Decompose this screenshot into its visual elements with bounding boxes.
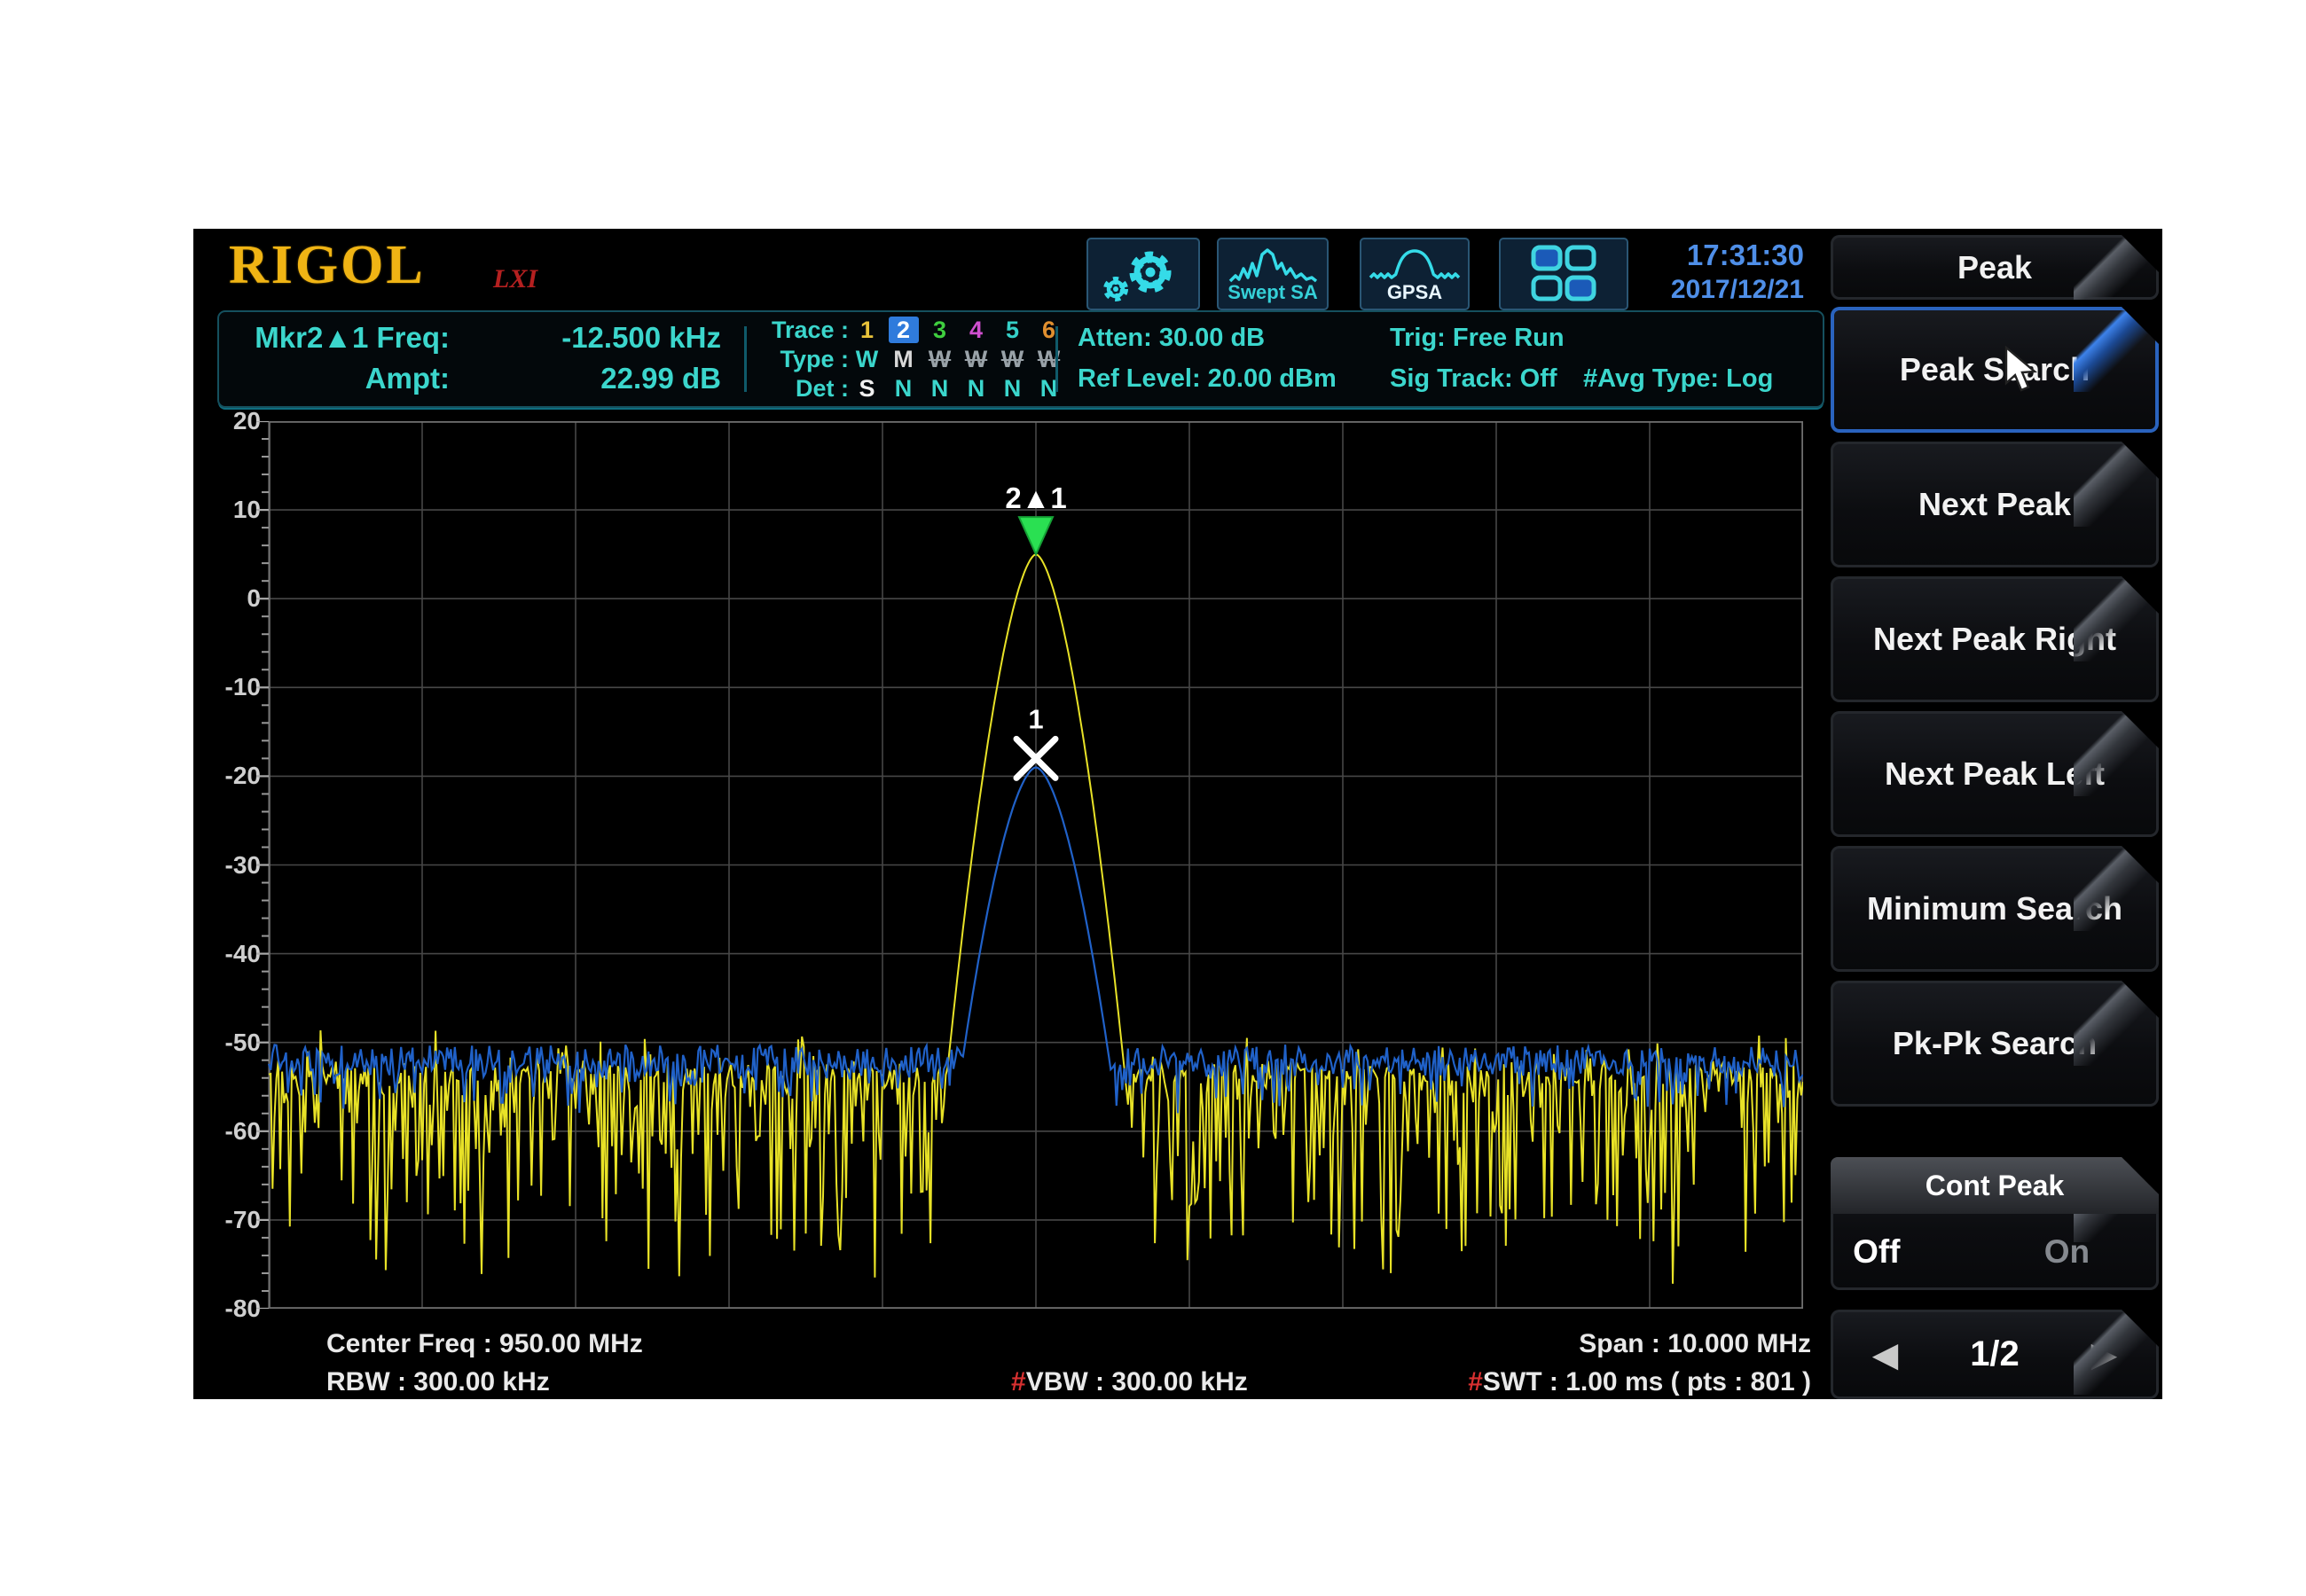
swept-sa-mode-button[interactable]: Swept SA — [1217, 238, 1329, 310]
y-axis-tick-label: -10 — [208, 675, 261, 700]
softkey-next-peak-right[interactable]: Next Peak Right — [1831, 576, 2159, 702]
trace-number-row: Trace :123456 — [760, 316, 1067, 344]
page-indicator: 1/2 — [1970, 1334, 2020, 1374]
divider — [1055, 326, 1058, 392]
y-axis-tick-label: -50 — [208, 1030, 261, 1055]
swept-sa-icon — [1227, 246, 1319, 285]
trace-type: W — [1031, 345, 1067, 373]
trace-type: W — [922, 345, 958, 373]
softkey-peak-search[interactable]: Peak Search — [1831, 307, 2159, 433]
gear-icon — [1095, 242, 1191, 306]
softkey-menu: Peak Peak Search Next Peak Next Peak Rig… — [1829, 229, 2162, 1399]
trace-detector-row: Det :SNNNNN — [760, 374, 1067, 403]
clock: 17:31:30 2017/12/21 — [1630, 238, 1804, 307]
trace-detector: S — [849, 374, 885, 403]
cont-peak-title: Cont Peak — [1831, 1157, 2159, 1214]
trace-type: W — [958, 345, 994, 373]
mouse-cursor — [2003, 346, 2049, 397]
window-layout-button[interactable] — [1499, 238, 1628, 310]
cont-peak-off-option[interactable]: Off — [1853, 1233, 1900, 1271]
marker-2-triangle — [1019, 517, 1053, 554]
system-settings-button[interactable] — [1086, 238, 1200, 310]
marker-freq-value: -12.500 kHz — [455, 319, 721, 356]
page-next-arrow[interactable]: ▶ — [2091, 1336, 2116, 1373]
menu-pagination: ◀ 1/2 ▶ — [1831, 1310, 2159, 1399]
cont-peak-on-option[interactable]: On — [2044, 1233, 2090, 1271]
trace-number[interactable]: 6 — [1031, 316, 1067, 344]
marker-freq-label: Mkr2▲1 Freq: — [228, 319, 450, 356]
marker-ampt-value: 22.99 dB — [455, 360, 721, 397]
trace-detector: N — [994, 374, 1031, 403]
sig-track-readout: Sig Track: Off — [1390, 360, 1557, 397]
y-axis-tick-label: -70 — [208, 1208, 261, 1232]
trace-number[interactable]: 3 — [922, 316, 958, 344]
trace-type: M — [885, 345, 922, 373]
marker-2-label: 2▲1 — [1005, 481, 1066, 514]
marker-ampt-label: Ampt: — [228, 360, 450, 397]
y-axis-tick-label: 10 — [208, 497, 261, 522]
trace-number[interactable]: 2 — [885, 316, 922, 344]
center-freq-readout: Center Freq : 950.00 MHz — [326, 1328, 643, 1360]
rigol-logo: RIGOL — [229, 234, 426, 297]
trace-number[interactable]: 5 — [994, 316, 1031, 344]
y-axis-tick-label: 20 — [208, 409, 261, 434]
y-axis-tick-label: 0 — [208, 586, 261, 611]
time-readout: 17:31:30 — [1630, 238, 1804, 273]
trace-detector: N — [922, 374, 958, 403]
swept-sa-label: Swept SA — [1228, 283, 1317, 302]
date-readout: 2017/12/21 — [1630, 273, 1804, 307]
cont-peak-toggle: Off On — [1831, 1214, 2159, 1290]
swt-coupled-flag: # — [1468, 1367, 1483, 1396]
y-axis-tick-label: -40 — [208, 942, 261, 966]
rbw-readout: RBW : 300.00 kHz — [326, 1366, 550, 1398]
trig-readout: Trig: Free Run — [1390, 319, 1565, 356]
trace-type: W — [849, 345, 885, 373]
trace-type: W — [994, 345, 1031, 373]
gpsa-icon — [1369, 246, 1461, 285]
trace-number[interactable]: 4 — [958, 316, 994, 344]
analyzer-screen: RIGOL LXI — [193, 229, 2162, 1399]
y-axis-tick-label: -60 — [208, 1119, 261, 1144]
atten-readout: Atten: 30.00 dB — [1078, 319, 1265, 356]
gpsa-mode-button[interactable]: GPSA — [1360, 238, 1470, 310]
y-axis-tick-label: -30 — [208, 853, 261, 878]
marker-1-label: 1 — [1028, 703, 1043, 734]
ref-level-readout: Ref Level: 20.00 dBm — [1078, 360, 1337, 397]
lxi-badge: LXI — [493, 264, 537, 294]
y-axis-tick-label: -20 — [208, 763, 261, 788]
softkey-next-peak-left[interactable]: Next Peak Left — [1831, 711, 2159, 837]
softkey-pk-pk-search[interactable]: Pk-Pk Search — [1831, 981, 2159, 1107]
page-prev-arrow[interactable]: ◀ — [1873, 1336, 1898, 1373]
vbw-coupled-flag: # — [1011, 1367, 1026, 1396]
vbw-readout: #VBW : 300.00 kHz — [1011, 1366, 1248, 1398]
trace-type-row: Type :WMWWWW — [760, 345, 1067, 373]
y-axis-tick-label: -80 — [208, 1296, 261, 1321]
trace-number[interactable]: 1 — [849, 316, 885, 344]
trace-detector: N — [1031, 374, 1067, 403]
gpsa-label: GPSA — [1387, 283, 1442, 302]
divider — [744, 326, 747, 392]
softkey-cont-peak[interactable]: Cont Peak Off On — [1831, 1157, 2159, 1290]
spectrum-plot: 2▲1 1 — [255, 421, 1803, 1309]
avg-type-readout: #Avg Type: Log — [1583, 360, 1773, 397]
trace-detector: N — [958, 374, 994, 403]
window-grid-icon — [1521, 242, 1606, 306]
trace-detector: N — [885, 374, 922, 403]
swt-readout: #SWT : 1.00 ms ( pts : 801 ) — [1468, 1366, 1811, 1398]
page: RIGOL LXI — [0, 0, 2306, 1596]
span-readout: Span : 10.000 MHz — [1579, 1328, 1811, 1360]
softkey-peak[interactable]: Peak — [1831, 235, 2159, 300]
softkey-next-peak[interactable]: Next Peak — [1831, 442, 2159, 567]
softkey-minimum-search[interactable]: Minimum Search — [1831, 846, 2159, 972]
header-info-box: Mkr2▲1 Freq: -12.500 kHz Ampt: 22.99 dB … — [217, 310, 1824, 408]
